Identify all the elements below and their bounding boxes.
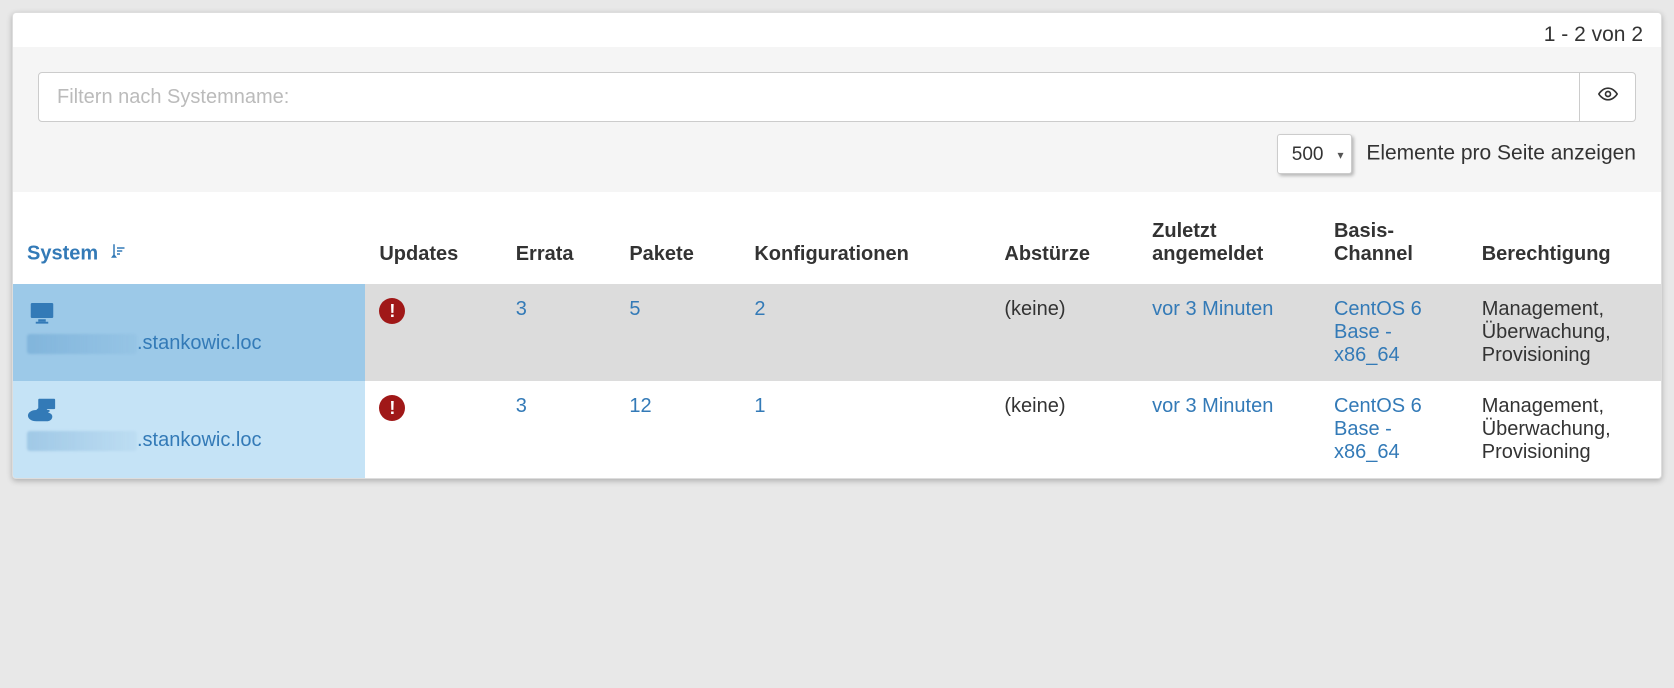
systems-table: System Updates Errata Pakete Konfigurati… [13,192,1661,478]
table-row: .stankowic.loc! 3 12 1 (keine) vor 3 Minuten C… [13,381,1661,478]
col-header-system-label: System [27,242,98,264]
system-link[interactable]: .stankowic.loc [27,332,351,355]
last-login-link[interactable]: vor 3 Minuten [1152,395,1273,417]
system-name-redacted [27,334,137,354]
col-header-berechtigung[interactable]: Berechtigung [1468,192,1661,284]
filter-systemname-input[interactable] [38,72,1580,122]
col-header-updates[interactable]: Updates [365,192,501,284]
config-link[interactable]: 1 [754,395,765,417]
col-header-konfigurationen[interactable]: Konfigurationen [740,192,990,284]
col-header-absturz[interactable]: Abstürze [990,192,1138,284]
config-link[interactable]: 2 [754,298,765,320]
crashes-value: (keine) [1004,395,1065,417]
per-page-row: 500 Elemente pro Seite anzeigen [38,134,1636,174]
warning-icon[interactable]: ! [379,395,405,421]
per-page-label: Elemente pro Seite anzeigen [1366,142,1636,165]
system-name-suffix: .stankowic.loc [137,429,262,451]
base-channel-link[interactable]: CentOS 6 Base - x86_64 [1334,395,1422,463]
packages-link[interactable]: 5 [629,298,640,320]
sort-asc-icon [108,242,126,266]
per-page-select[interactable]: 500 [1277,134,1353,174]
entitlement-value: Management, Überwachung, Provisioning [1482,395,1611,463]
result-count: 1 - 2 von 2 [13,13,1661,47]
system-name-suffix: .stankowic.loc [137,332,262,354]
table-row: .stankowic.loc! 3 5 2 (keine) vor 3 Minuten Ce… [13,284,1661,381]
errata-link[interactable]: 3 [516,395,527,417]
crashes-value: (keine) [1004,298,1065,320]
base-channel-link[interactable]: CentOS 6 Base - x86_64 [1334,298,1422,366]
system-link[interactable]: .stankowic.loc [27,429,351,452]
last-login-link[interactable]: vor 3 Minuten [1152,298,1273,320]
col-header-pakete[interactable]: Pakete [615,192,740,284]
col-header-errata[interactable]: Errata [502,192,616,284]
col-header-channel[interactable]: Basis-Channel [1320,192,1468,284]
filter-panel: 500 Elemente pro Seite anzeigen [13,47,1661,192]
systems-panel: 1 - 2 von 2 500 Elemente pro Seite anzei… [12,12,1662,479]
eye-icon [1598,84,1618,110]
col-header-zuletzt[interactable]: Zuletzt angemeldet [1138,192,1320,284]
errata-link[interactable]: 3 [516,298,527,320]
col-header-system[interactable]: System [13,192,365,284]
show-filter-button[interactable] [1580,72,1636,122]
system-name-redacted [27,431,137,451]
warning-icon[interactable]: ! [379,298,405,324]
cloud-desktop-icon [27,395,351,425]
packages-link[interactable]: 12 [629,395,651,417]
per-page-value: 500 [1292,144,1324,165]
desktop-icon [27,298,351,328]
entitlement-value: Management, Überwachung, Provisioning [1482,298,1611,366]
